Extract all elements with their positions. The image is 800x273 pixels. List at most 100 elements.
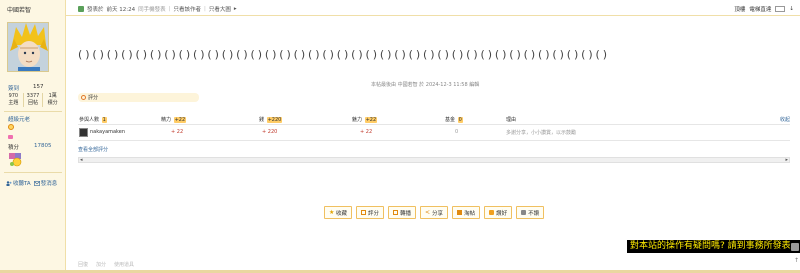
like-label: 讚好 [496,210,508,217]
stat-replies[interactable]: 3377 回帖 [24,93,44,107]
sign-in-count: 157 [33,84,44,90]
share-icon: < [425,209,431,216]
dislike-label: 不讚 [528,210,540,217]
divider [4,111,62,112]
triangle-right-icon: ▸ [233,6,237,12]
edit-note: 本帖最後由 中國若智 於 2024-12-3 11:58 編輯 [371,82,480,88]
thumbs-up-icon [489,210,495,215]
back-to-top-icon[interactable] [791,243,799,251]
post-time: 前天 12:24 [106,7,136,13]
fund-label: 基金 [445,117,456,123]
participants-header: 參與人數 1 [79,116,107,123]
horizontal-scrollbar[interactable]: ◂ ▸ [78,157,790,163]
scroll-left-icon[interactable]: ◂ [80,157,83,163]
up-arrow-icon[interactable]: ↑ [794,257,799,264]
rater-fund: 0 [455,129,459,135]
dislike-button[interactable]: 不讚 [516,206,545,219]
tao-label: 淘帖 [464,210,476,217]
post-source[interactable]: 同手機發表 [138,5,166,13]
stat-value: 1萬 [48,93,57,99]
share-button[interactable]: < 分享 [420,206,449,219]
divider [4,172,62,173]
rank-star-icon [8,124,14,130]
rater-avatar[interactable] [79,128,88,137]
stat-label: 回帖 [28,100,39,106]
points-row: 積分 17805 [8,143,52,151]
jump-floor-label: 電梯直達 [749,7,772,13]
only-images-link[interactable]: 只看大圖 [209,5,231,13]
rater-charm: + 22 [360,129,373,135]
forward-button[interactable]: 轉播 [388,206,417,219]
stat-value: 970 [8,93,19,99]
help-notice-banner[interactable]: 對本站的操作有疑問嗎? 請到事務所發表 [627,240,800,253]
add-points-link[interactable]: 加分 [96,261,106,268]
charm-total: +22 [364,117,378,123]
down-arrow-icon[interactable]: ↓ [789,6,794,12]
stat-points[interactable]: 1萬 積分 [43,93,62,107]
post-body: ( ) ( ) ( ) ( ) ( ) ( ) ( ) ( ) ( ) ( ) … [78,48,607,61]
online-status-icon [78,6,84,12]
scroll-right-icon[interactable]: ▸ [785,157,788,163]
message-label: 發消息 [40,181,58,187]
post-prefix: 發表於 [87,7,104,13]
energy-total: +22 [173,117,187,123]
follow-link[interactable]: 收聽TA [6,179,31,187]
stat-topics[interactable]: 970 主題 [4,93,24,107]
pink-badge-icon [8,135,13,139]
floor-number-input[interactable] [775,6,786,12]
divider [78,140,790,141]
energy-label: 精力 [161,117,172,123]
collapse-rating-link[interactable]: 收起 [780,116,790,123]
participants-count: 1 [101,117,107,123]
rater-username[interactable]: nakayamaken [90,129,125,135]
divider [78,124,790,125]
only-author-link[interactable]: 只看該作者 [174,5,202,13]
post-header: 發表於 前天 12:24 同手機發表 | 只看該作者 | 只看大圖 ▸ 頂樓 電… [66,0,800,16]
rating-row: nakayamaken + 22 + 220 + 22 0 多謝分享，小小讚賞，… [78,128,790,138]
favorite-label: 收藏 [336,210,348,217]
author-username[interactable]: 中國若智 [7,5,31,14]
rater-reason: 多謝分享，小小讚賞，以示鼓勵 [506,130,577,136]
reply-link[interactable]: 回復 [78,261,88,268]
points-value[interactable]: 17805 [34,143,52,149]
rate-button[interactable]: 評分 [356,206,385,219]
author-sidebar: 中國若智 簽到 157 970 主題 3377 回帖 1萬 積分 超級元老 積分… [0,0,66,273]
message-icon [33,180,40,186]
user-rank[interactable]: 超級元老 [8,115,30,123]
stat-value: 3377 [26,93,40,99]
author-actions: 收聽TA 發消息 [6,179,57,187]
users-icon [6,180,12,186]
fund-total: 0 [457,117,463,123]
avatar[interactable] [7,22,49,72]
forward-label: 轉播 [400,210,412,217]
medal-icon[interactable] [9,153,22,167]
view-all-ratings-link[interactable]: 查看全部評分 [78,146,108,153]
money-header: 錢 +220 [259,116,283,123]
post-navigation: 頂樓 電梯直達 ↓ [734,5,794,13]
sign-in-label[interactable]: 簽到 [8,86,19,92]
use-item-link[interactable]: 使用道具 [114,261,134,268]
charm-label: 魅力 [352,117,363,123]
follow-label: 收聽TA [13,181,31,187]
favorite-button[interactable]: ★ 收藏 [324,206,353,219]
post-content-area: 發表於 前天 12:24 同手機發表 | 只看該作者 | 只看大圖 ▸ 頂樓 電… [66,0,800,273]
energy-header: 精力 +22 [161,116,187,123]
points-label: 積分 [8,145,20,151]
reason-header: 理由 [506,117,517,123]
money-total: +220 [266,117,283,123]
stat-label: 積分 [47,100,58,106]
thumbs-down-icon [521,210,527,215]
message-link[interactable]: 發消息 [33,179,58,187]
like-button[interactable]: 讚好 [484,206,513,219]
separator: | [204,6,206,12]
post-action-bar: ★ 收藏 評分 轉播 < 分享 淘帖 讚好 不讚 [324,206,545,219]
stat-label: 主題 [8,100,19,106]
rater-energy: + 22 [171,129,184,135]
rating-table-header: 參與人數 1 精力 +22 錢 +220 魅力 +22 基金 0 理由 收起 [78,114,790,124]
tao-button[interactable]: 淘帖 [452,206,481,219]
tao-icon [457,210,463,215]
money-label: 錢 [259,117,265,123]
sign-in-row: 簽到 157 [8,84,58,92]
first-floor-link[interactable]: 頂樓 [734,5,745,13]
post-meta: 發表於 前天 12:24 同手機發表 | 只看該作者 | 只看大圖 ▸ [78,5,237,13]
